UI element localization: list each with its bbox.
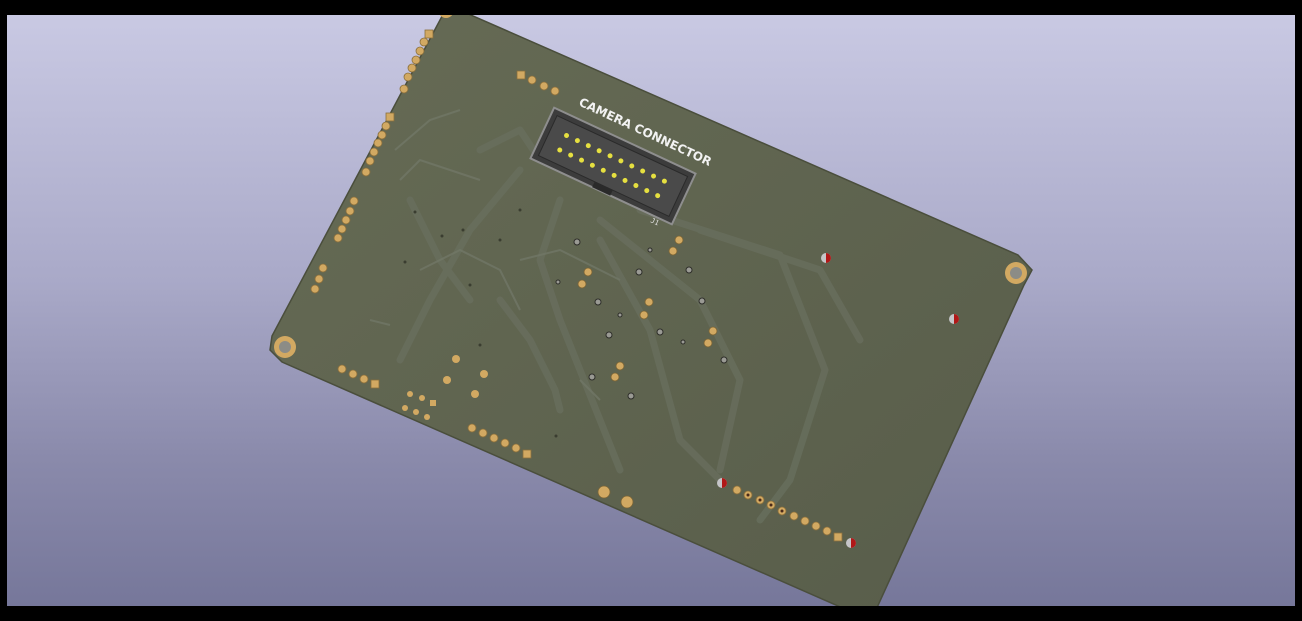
red-hole bbox=[846, 538, 856, 548]
mounting-hole bbox=[1005, 262, 1027, 284]
mounting-hole bbox=[439, 15, 453, 18]
red-hole bbox=[717, 478, 727, 488]
pcb-board-render[interactable]: CAMERA CONNECTOR J1 bbox=[0, 0, 1302, 621]
pcb-board bbox=[269, 15, 1033, 606]
red-hole bbox=[821, 253, 831, 263]
mounting-hole bbox=[274, 336, 296, 358]
red-hole bbox=[949, 314, 959, 324]
